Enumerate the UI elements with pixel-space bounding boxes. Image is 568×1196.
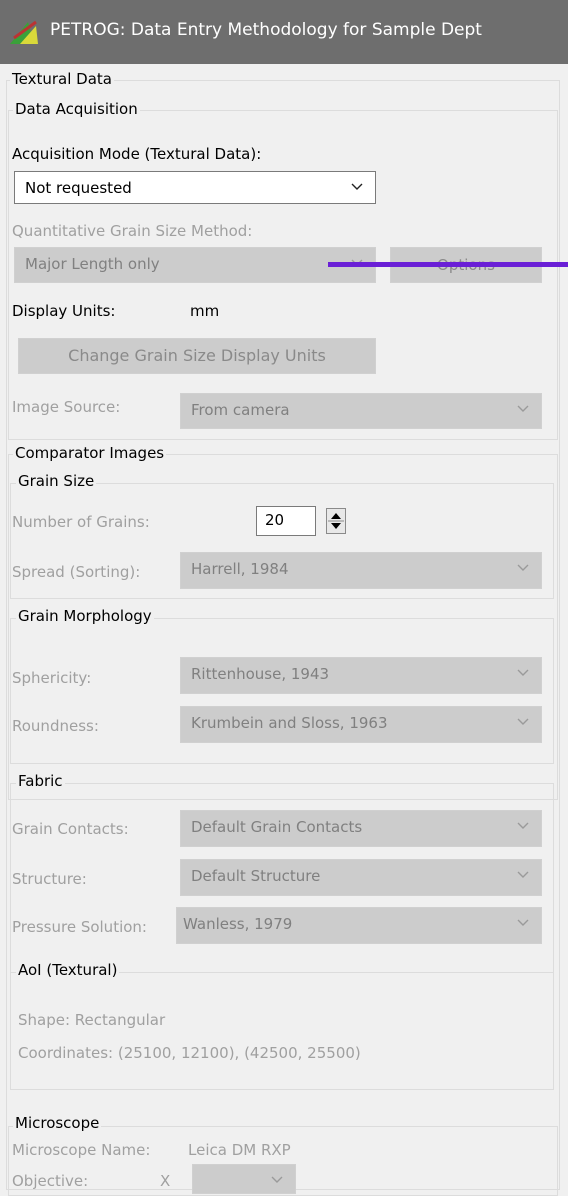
acquisition-mode-select[interactable]: Not requested <box>14 171 376 204</box>
chevron-down-icon <box>351 183 363 190</box>
roundness-select[interactable]: Krumbein and Sloss, 1963 <box>180 706 542 743</box>
textural-data-legend: Textural Data <box>10 70 114 88</box>
grain-size-method-select[interactable]: Major Length only <box>14 247 376 283</box>
chevron-down-icon <box>517 822 529 829</box>
pressure-solution-select[interactable]: Wanless, 1979 <box>176 907 542 944</box>
aoi-textural-legend: AoI (Textural) <box>16 961 120 979</box>
app-icon <box>10 20 38 44</box>
data-acquisition-legend: Data Acquisition <box>13 100 140 118</box>
acquisition-mode-value: Not requested <box>25 179 132 197</box>
image-source-value: From camera <box>191 401 290 419</box>
sphericity-label: Sphericity: <box>12 669 92 687</box>
pressure-solution-value: Wanless, 1979 <box>183 915 293 933</box>
structure-value: Default Structure <box>191 867 321 885</box>
display-units-label: Display Units: <box>12 302 116 320</box>
pressure-solution-label: Pressure Solution: <box>12 918 147 936</box>
microscope-name-label: Microscope Name: <box>12 1141 151 1159</box>
number-of-grains-spinner[interactable] <box>326 508 346 534</box>
objective-x-label: X <box>160 1172 171 1190</box>
image-source-select[interactable]: From camera <box>180 393 542 429</box>
sphericity-select[interactable]: Rittenhouse, 1943 <box>180 657 542 694</box>
structure-select[interactable]: Default Structure <box>180 859 542 896</box>
aoi-textural-group <box>10 972 554 1090</box>
aoi-shape-text: Shape: Rectangular <box>18 1011 166 1029</box>
objective-label: Objective: <box>12 1172 89 1190</box>
change-units-button[interactable]: Change Grain Size Display Units <box>18 338 376 374</box>
title-bar: PETROG: Data Entry Methodology for Sampl… <box>0 0 568 64</box>
grain-contacts-select[interactable]: Default Grain Contacts <box>180 810 542 847</box>
roundness-label: Roundness: <box>12 717 99 735</box>
microscope-name-value: Leica DM RXP <box>188 1141 291 1159</box>
annotation-line <box>328 262 568 267</box>
grain-contacts-label: Grain Contacts: <box>12 820 129 838</box>
spread-sorting-value: Harrell, 1984 <box>191 560 289 578</box>
comparator-images-legend: Comparator Images <box>13 444 167 462</box>
image-source-label: Image Source: <box>12 398 121 416</box>
spinner-arrows-icon <box>328 513 344 529</box>
grain-morphology-legend: Grain Morphology <box>16 607 154 625</box>
number-of-grains-label: Number of Grains: <box>12 513 150 531</box>
chevron-down-icon <box>271 1176 283 1183</box>
chevron-down-icon <box>517 405 529 412</box>
grain-size-method-label: Quantitative Grain Size Method: <box>12 222 253 240</box>
spread-sorting-label: Spread (Sorting): <box>12 563 141 581</box>
window-title: PETROG: Data Entry Methodology for Sampl… <box>50 20 482 40</box>
chevron-down-icon <box>517 871 529 878</box>
acquisition-mode-label: Acquisition Mode (Textural Data): <box>12 145 262 163</box>
chevron-down-icon <box>517 919 529 926</box>
display-units-value: mm <box>190 302 220 320</box>
objective-select[interactable] <box>192 1164 296 1194</box>
aoi-coordinates-text: Coordinates: (25100, 12100), (42500, 255… <box>18 1044 361 1062</box>
chevron-down-icon <box>517 718 529 725</box>
fabric-legend: Fabric <box>16 772 65 790</box>
sphericity-value: Rittenhouse, 1943 <box>191 665 330 683</box>
grain-size-legend: Grain Size <box>16 472 97 490</box>
structure-label: Structure: <box>12 870 87 888</box>
number-of-grains-field[interactable]: 20 <box>256 506 316 536</box>
chevron-down-icon <box>517 669 529 676</box>
spread-sorting-select[interactable]: Harrell, 1984 <box>180 552 542 589</box>
roundness-value: Krumbein and Sloss, 1963 <box>191 714 388 732</box>
microscope-legend: Microscope <box>13 1114 102 1132</box>
grain-contacts-value: Default Grain Contacts <box>191 818 363 836</box>
chevron-down-icon <box>517 564 529 571</box>
number-of-grains-value: 20 <box>265 511 285 529</box>
grain-size-method-value: Major Length only <box>25 255 160 273</box>
